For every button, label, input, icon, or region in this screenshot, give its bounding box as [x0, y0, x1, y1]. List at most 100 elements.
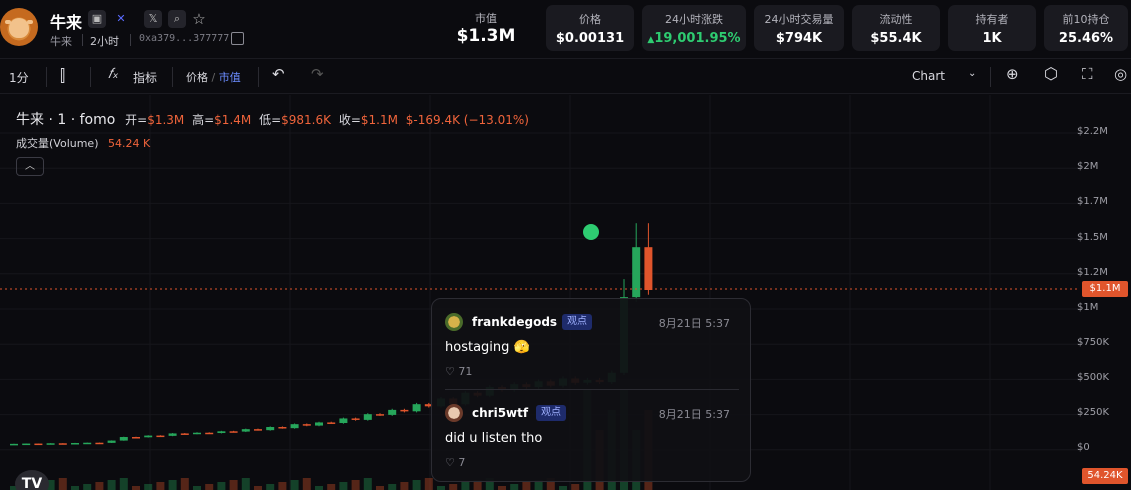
y-tick: $1.2M [1077, 267, 1108, 278]
price-toggle[interactable]: 价格 / 市值 [186, 69, 241, 85]
comment-text: hostaging 🫣 [445, 340, 530, 355]
volume-bar [71, 486, 79, 490]
comment-time: 8月21日 5:37 [658, 317, 730, 330]
like-count: 7 [458, 456, 466, 469]
volume-bar [83, 484, 92, 490]
heart-icon[interactable]: ♡ [445, 456, 455, 469]
candle [351, 418, 360, 420]
stat-value: ▲19,001.95% [642, 31, 746, 46]
comment-username[interactable]: frankdegods [472, 315, 557, 329]
candle [363, 414, 372, 420]
y-tick: $500K [1077, 372, 1110, 383]
candle [229, 431, 238, 433]
candle [388, 409, 397, 415]
bridge-icon[interactable]: ✕ [112, 10, 130, 28]
mcap-toggle-label: 市值 [218, 71, 241, 84]
divider [82, 34, 83, 46]
volume-bar [95, 482, 104, 490]
stat-price: 价格 $0.00131 [546, 5, 634, 51]
low-label: 低= [259, 113, 282, 127]
x-social-icon[interactable]: 𝕏 [144, 10, 162, 28]
copy-icon[interactable] [231, 32, 244, 45]
candle [193, 432, 201, 435]
volume-bar [498, 486, 506, 490]
candle-type-icon[interactable]: ⫿ [60, 66, 65, 86]
stat-value: $0.00131 [555, 31, 625, 46]
stat-value: 25.46% [1058, 31, 1114, 46]
divider [90, 67, 91, 87]
candle [156, 435, 165, 438]
indicators-button[interactable]: 指标 [133, 69, 157, 86]
favorite-star-icon[interactable]: ☆ [190, 10, 208, 28]
stat-label: 24小时交易量 [764, 13, 834, 26]
volume-bar [107, 480, 116, 490]
collapse-legend-button[interactable]: ︿ [16, 157, 44, 176]
stat-label: 24小时涨跌 [665, 13, 723, 26]
volume-bar [522, 482, 531, 490]
contract-address[interactable]: 0xa379...377777 [139, 33, 229, 44]
candle [180, 433, 189, 435]
market-cap-value: $1.3M [456, 26, 516, 46]
volume-bar [290, 480, 299, 490]
comment-username[interactable]: chri5wtf [472, 406, 528, 420]
fx-icon[interactable]: 𝑓ₓ [108, 66, 119, 82]
volume-bar [571, 484, 580, 490]
settings-hex-icon[interactable]: ⬡ [1044, 64, 1058, 83]
volume-bar [412, 480, 421, 490]
candle [83, 442, 92, 445]
candle [412, 404, 421, 412]
candle [241, 429, 250, 432]
candle [107, 440, 116, 443]
stat-top10[interactable]: 前10持仓 25.46% [1044, 5, 1128, 51]
token-ticker: 牛来 [50, 35, 72, 48]
tradingview-logo[interactable]: TV [15, 470, 49, 490]
volume-bar [437, 486, 445, 490]
avatar[interactable] [445, 404, 463, 422]
stat-value: $794K [775, 31, 823, 46]
comment-likes[interactable]: ♡ 71 [445, 365, 472, 378]
volume-bar [156, 482, 165, 490]
volume-bar [376, 486, 384, 490]
search-icon[interactable]: ⌕ [168, 10, 186, 28]
market-cap-label: 市值 [475, 12, 497, 25]
stat-value: $55.4K [870, 31, 922, 46]
close-value: $1.1M [360, 113, 398, 127]
volume-legend: 成交量(Volume) 54.24 K [16, 135, 150, 151]
volume-bar [132, 486, 140, 490]
chevron-down-icon[interactable]: ⌄ [968, 68, 976, 79]
close-label: 收= [338, 113, 361, 127]
candle [132, 437, 140, 439]
candle [278, 427, 287, 429]
heart-icon[interactable]: ♡ [445, 365, 455, 378]
divider [130, 34, 131, 46]
stat-label: 前10持仓 [1062, 13, 1110, 26]
fullscreen-icon[interactable]: ⛶ [1082, 65, 1093, 83]
volume-bar [315, 486, 323, 490]
volume-bar [400, 482, 409, 490]
chain-icon[interactable]: ▣ [88, 10, 106, 28]
stat-holders[interactable]: 持有者 1K [948, 5, 1036, 51]
volume-bar [510, 484, 519, 490]
divider [445, 389, 739, 390]
add-comment-icon [583, 224, 599, 240]
stat-24h-volume: 24小时交易量 $794K [754, 5, 844, 51]
redo-icon[interactable]: ↷ [311, 65, 324, 83]
candle [376, 414, 384, 416]
volume-value: 54.24 K [108, 137, 151, 150]
stat-label: 价格 [579, 13, 601, 26]
candle [217, 431, 226, 434]
stat-label: 持有者 [975, 13, 1009, 26]
interval-selector[interactable]: 1分 [9, 69, 29, 86]
zoom-icon[interactable]: ⊕ [1006, 65, 1019, 83]
change-value: $-169.4K (−13.01%) [405, 113, 529, 127]
comments-popup[interactable]: frankdegods 观点 8月21日 5:37 hostaging 🫣 ♡ … [431, 298, 751, 482]
undo-icon[interactable]: ↶ [272, 65, 285, 83]
y-tick: $250K [1077, 407, 1110, 418]
avatar[interactable] [445, 313, 463, 331]
y-tick: $1.7M [1077, 196, 1108, 207]
chart-type-dropdown[interactable]: Chart [912, 69, 945, 83]
candle [144, 435, 153, 438]
camera-icon[interactable]: ◎ [1114, 65, 1127, 83]
comment-likes[interactable]: ♡ 7 [445, 456, 465, 469]
y-tick: $0 [1077, 442, 1090, 453]
